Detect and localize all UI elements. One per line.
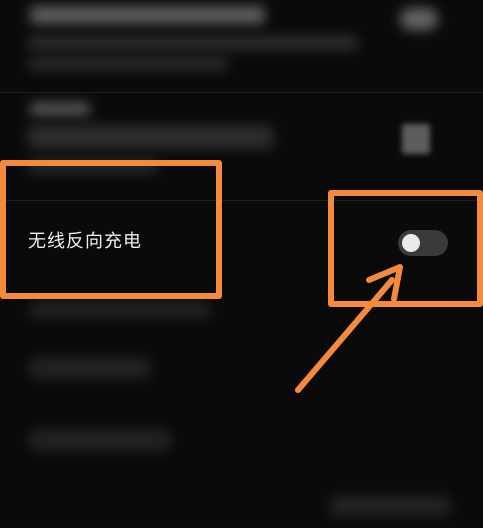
settings-screen: 无线反向充电 [0,0,483,528]
pointer-arrow-icon [295,264,403,393]
